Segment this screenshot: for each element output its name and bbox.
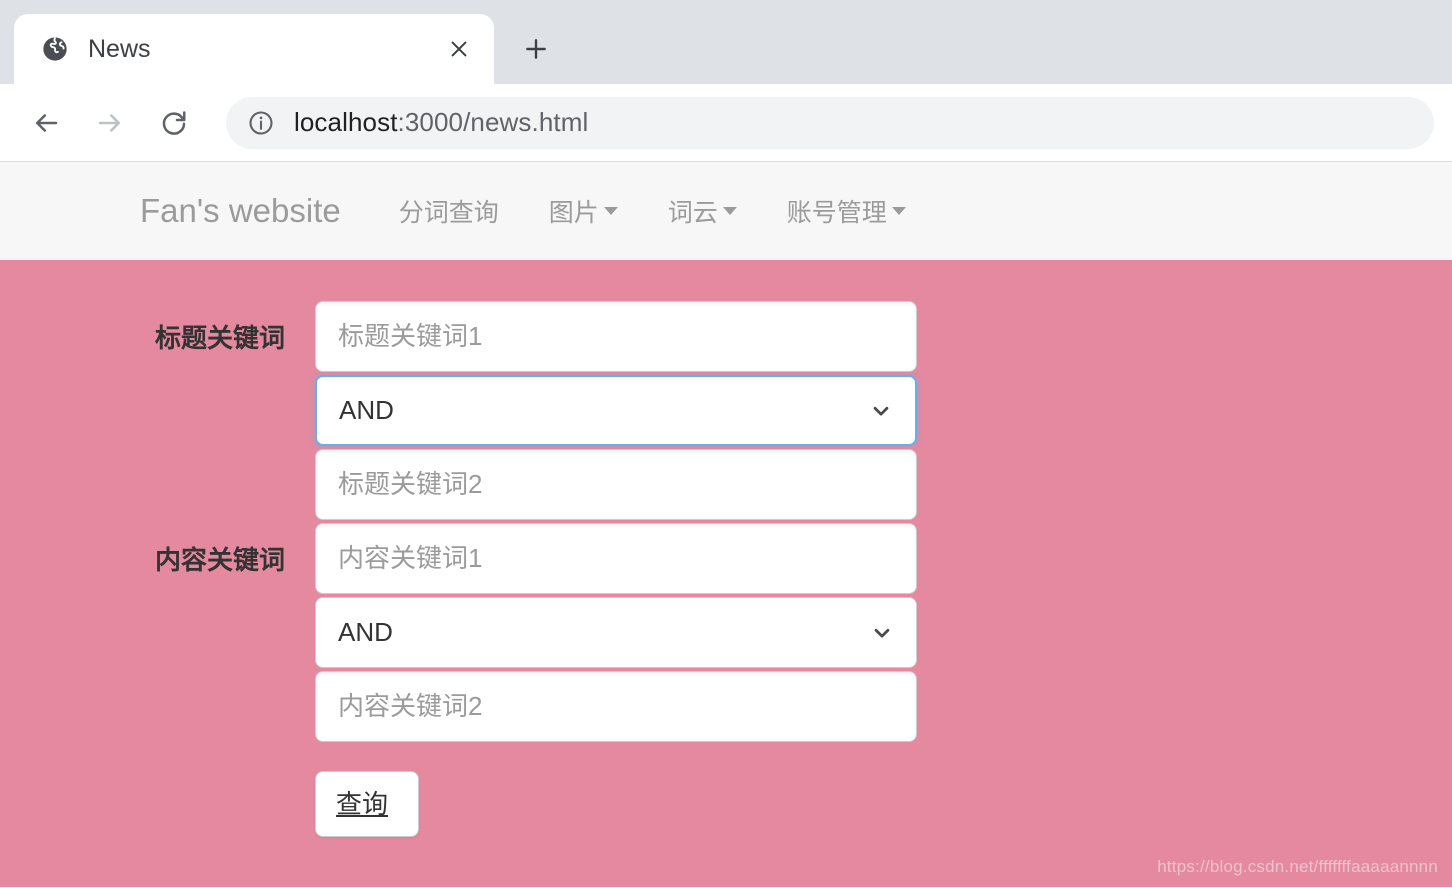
content-keyword-1-input[interactable]: 内容关键词1 (315, 523, 917, 594)
url-host: localhost (294, 107, 398, 137)
page-viewport: Fan's website 分词查询 图片 词云 账号管理 标题关键词 标题关键… (0, 162, 1452, 887)
title-operator-select[interactable]: AND (315, 375, 917, 446)
nav-item-ciyun-label: 词云 (667, 199, 718, 227)
new-tab-button[interactable] (508, 21, 564, 77)
search-submit-button[interactable]: 查询 (315, 771, 419, 837)
title-keyword-1-input[interactable]: 标题关键词1 (315, 301, 917, 372)
title-keyword-label: 标题关键词 (154, 323, 285, 353)
tab-title: News (88, 34, 151, 63)
form-row-content-keyword: 内容关键词 内容关键词1 AND 内容关键词2 查询 (0, 523, 1452, 837)
nav-item-ciyun[interactable]: 词云 (668, 193, 737, 229)
reload-icon[interactable] (150, 99, 198, 147)
nav-item-fenci-label: 分词查询 (398, 199, 499, 227)
forward-icon (86, 99, 134, 147)
back-icon[interactable] (22, 99, 70, 147)
url-text: localhost:3000/news.html (294, 107, 588, 138)
title-keyword-2-input[interactable]: 标题关键词2 (315, 449, 917, 520)
content-operator-select[interactable]: AND (315, 597, 917, 668)
globe-icon (40, 34, 70, 64)
close-icon[interactable] (442, 32, 476, 66)
chevron-down-icon (603, 207, 618, 215)
nav-item-tupian[interactable]: 图片 (549, 193, 618, 229)
title-operator-value: AND (339, 395, 394, 425)
content-operator-value: AND (338, 617, 393, 647)
chevron-down-icon (870, 621, 894, 645)
chevron-down-icon (722, 207, 737, 215)
browser-window: News localhost:3000/news.html Fan's webs… (0, 0, 1452, 888)
submit-row: 查询 (315, 771, 917, 837)
url-path: :3000/news.html (397, 107, 589, 137)
nav-item-tupian-label: 图片 (548, 199, 599, 227)
info-icon[interactable] (246, 108, 276, 138)
chevron-down-icon (869, 399, 893, 423)
browser-toolbar: localhost:3000/news.html (0, 84, 1452, 162)
tab-strip: News (0, 0, 1452, 84)
search-form: 标题关键词 标题关键词1 AND 标题关键词2 内容关键词 内容关键词1 AND… (0, 260, 1452, 837)
watermark-text: https://blog.csdn.net/fffffffaaaaannnn (1157, 857, 1438, 876)
form-row-title-keyword: 标题关键词 标题关键词1 AND 标题关键词2 (0, 301, 1452, 523)
chevron-down-icon (891, 207, 906, 215)
content-keyword-2-input[interactable]: 内容关键词2 (315, 671, 917, 742)
address-bar[interactable]: localhost:3000/news.html (226, 96, 1434, 149)
title-keyword-fields: 标题关键词1 AND 标题关键词2 (315, 301, 917, 523)
content-keyword-label: 内容关键词 (154, 545, 285, 575)
browser-tab-news[interactable]: News (14, 14, 494, 84)
content-keyword-fields: 内容关键词1 AND 内容关键词2 查询 (315, 523, 917, 837)
nav-item-zhanghao-label: 账号管理 (786, 199, 887, 227)
nav-item-zhanghao[interactable]: 账号管理 (787, 193, 906, 229)
site-brand[interactable]: Fan's website (140, 192, 341, 230)
nav-item-fenci[interactable]: 分词查询 (399, 193, 499, 229)
site-navbar: Fan's website 分词查询 图片 词云 账号管理 (0, 162, 1452, 260)
